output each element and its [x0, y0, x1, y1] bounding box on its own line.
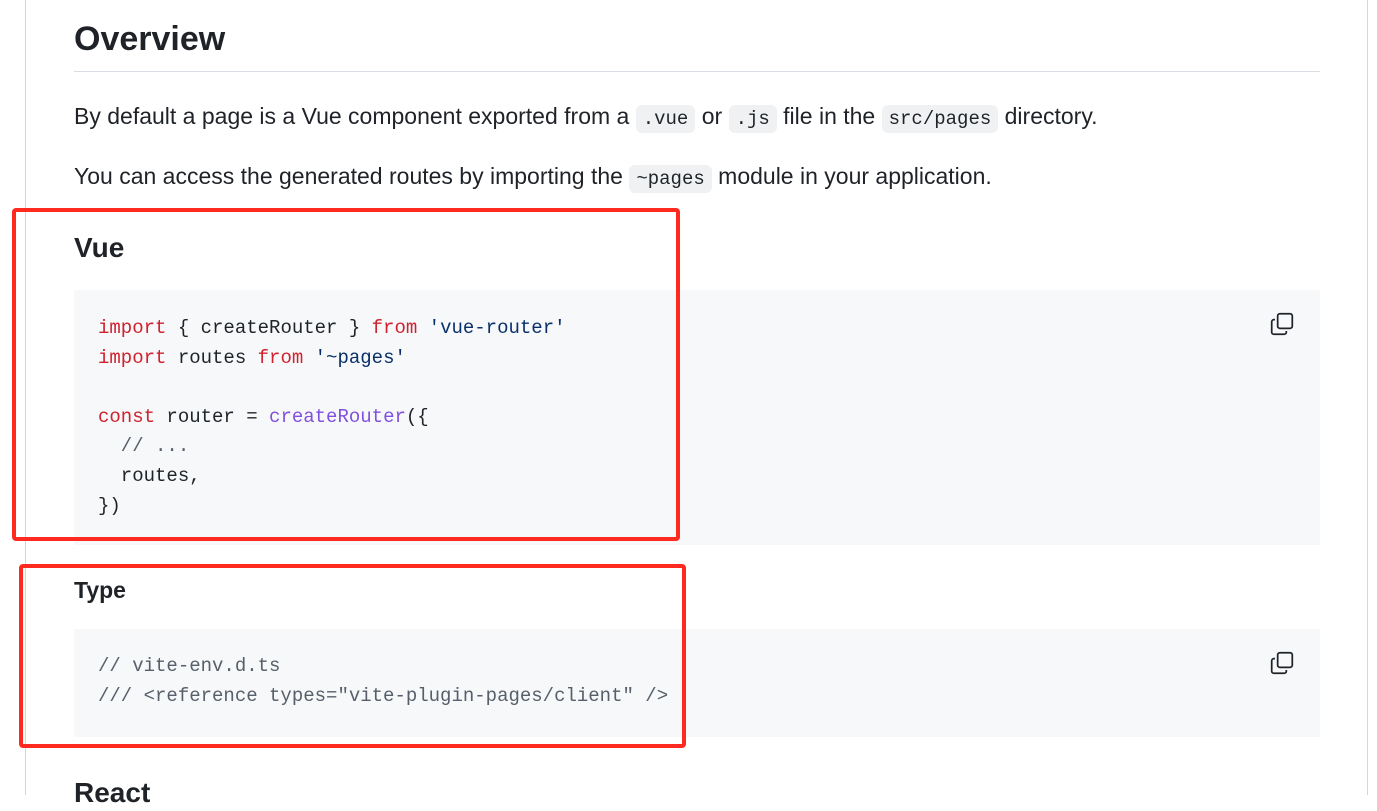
overview-heading: Overview: [74, 20, 226, 58]
para1-text-or: or: [701, 103, 723, 129]
heading-divider: [74, 71, 1320, 72]
type-code[interactable]: // vite-env.d.ts /// <reference types="vi…: [98, 652, 668, 711]
code-line: import routes from '~pages': [98, 346, 406, 369]
vue-heading: Vue: [74, 232, 125, 263]
inline-code-js: .js: [728, 105, 777, 133]
inline-code-vue: .vue: [635, 105, 696, 133]
para1-text-file: file in the: [783, 103, 876, 129]
type-heading: Type: [74, 577, 126, 603]
inline-code-src-pages: src/pages: [881, 105, 999, 133]
copy-button[interactable]: [1266, 647, 1298, 679]
copy-icon: [1270, 312, 1294, 336]
code-line: import { createRouter } from 'vue-router…: [98, 317, 566, 339]
copy-button[interactable]: [1266, 308, 1298, 340]
vue-code-block: import { createRouter } from 'vue-router…: [74, 290, 1320, 545]
vue-code[interactable]: import { createRouter } from 'vue-router…: [98, 314, 566, 521]
copy-icon: [1270, 651, 1294, 675]
inline-code-pages-module: ~pages: [629, 165, 712, 193]
type-code-block: // vite-env.d.ts /// <reference types="vi…: [74, 629, 1320, 737]
code-line: // vite-env.d.ts: [98, 655, 281, 677]
code-line: }): [98, 494, 121, 517]
code-line: const router = createRouter({: [98, 405, 429, 428]
content-border-right: [1367, 0, 1368, 795]
para1-text-before: By default a page is a Vue component exp…: [74, 103, 630, 129]
overview-paragraph-2: You can access the generated routes by i…: [74, 159, 992, 196]
code-line: routes,: [98, 464, 201, 487]
overview-paragraph-1: By default a page is a Vue component exp…: [74, 99, 1098, 136]
para1-text-after: directory.: [1004, 103, 1098, 129]
code-line: // ...: [98, 435, 190, 458]
para2-text-after: module in your application.: [718, 163, 992, 189]
para2-text-before: You can access the generated routes by i…: [74, 163, 623, 189]
code-line: /// <reference types="vite-plugin-pages/…: [98, 684, 669, 707]
react-heading: React: [74, 777, 151, 808]
content-border-left: [25, 0, 26, 795]
